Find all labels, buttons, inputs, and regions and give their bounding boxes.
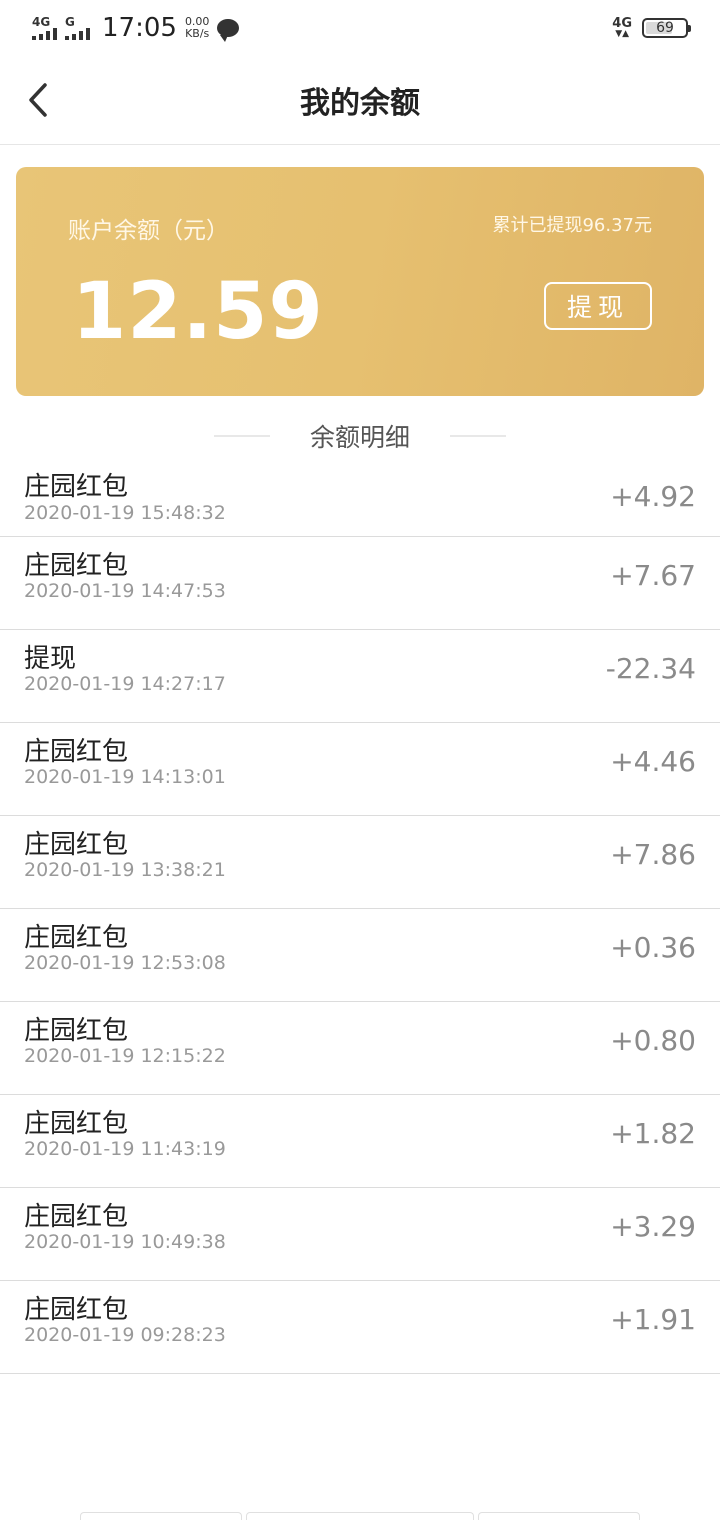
page-title: 我的余额 [300, 86, 420, 121]
withdraw-button[interactable]: 提现 [544, 282, 652, 330]
record-title: 庄园红包 [24, 1016, 129, 1046]
record-time: 2020-01-19 12:53:08 [24, 952, 226, 974]
battery-level: 69 [656, 20, 674, 36]
status-left: 4G G 17:05 0.00 KB/s [32, 13, 240, 43]
record-amount: +0.80 [610, 1024, 696, 1057]
record-title: 庄园红包 [24, 923, 129, 953]
bottom-tab-fragment [478, 1512, 640, 1520]
bottom-tab-fragment [80, 1512, 242, 1520]
divider-right [450, 435, 506, 437]
record-title: 庄园红包 [24, 737, 129, 767]
record-amount: +4.92 [610, 480, 696, 513]
network-speed: 0.00 KB/s [185, 16, 210, 40]
record-title: 庄园红包 [24, 1202, 129, 1232]
record-amount: +0.36 [610, 931, 696, 964]
record-amount: -22.34 [605, 652, 696, 685]
record-time: 2020-01-19 14:13:01 [24, 766, 226, 788]
network-type-1: 4G [32, 15, 51, 29]
record-title: 庄园红包 [24, 551, 129, 581]
record-time: 2020-01-19 10:49:38 [24, 1231, 226, 1253]
balance-record-row[interactable]: 庄园红包 2020-01-19 14:13:01 +4.46 [0, 723, 720, 816]
network-speed-unit: KB/s [185, 27, 210, 40]
status-right: 4G ▼▲ 69 [612, 16, 691, 39]
status-bar: 4G G 17:05 0.00 KB/s 4G ▼▲ 69 [0, 0, 720, 56]
signal-4g-icon: 4G [32, 16, 57, 40]
balance-record-row[interactable]: 庄园红包 2020-01-19 12:15:22 +0.80 [0, 1002, 720, 1095]
record-amount: +7.86 [610, 838, 696, 871]
section-title: 余额明细 [309, 423, 410, 452]
record-time: 2020-01-19 14:47:53 [24, 580, 226, 602]
record-title: 庄园红包 [24, 472, 129, 502]
divider-left [213, 435, 270, 437]
record-time: 2020-01-19 09:28:23 [24, 1324, 226, 1346]
balance-record-row[interactable]: 庄园红包 2020-01-19 09:28:23 +1.91 [0, 1281, 720, 1374]
record-time: 2020-01-19 14:27:17 [24, 673, 226, 695]
record-title: 庄园红包 [24, 830, 129, 860]
battery-icon: 69 [642, 18, 691, 38]
record-title: 提现 [24, 644, 77, 674]
record-amount: +4.46 [610, 745, 696, 778]
balance-record-row[interactable]: 庄园红包 2020-01-19 13:38:21 +7.86 [0, 816, 720, 909]
record-time: 2020-01-19 12:15:22 [24, 1045, 226, 1067]
total-withdrawn: 累计已提现96.37元 [492, 215, 652, 236]
balance-label: 账户余额（元） [68, 218, 229, 244]
bottom-tab-fragment [246, 1512, 474, 1520]
chevron-left-icon [29, 83, 47, 117]
balance-record-row[interactable]: 庄园红包 2020-01-19 14:47:53 +7.67 [0, 537, 720, 630]
record-amount: +1.91 [610, 1303, 696, 1336]
balance-records-list: 庄园红包 2020-01-19 15:48:32 +4.92 庄园红包 2020-01-… [0, 460, 720, 1374]
mobile-data-icon: 4G ▼▲ [612, 16, 632, 39]
record-time: 2020-01-19 15:48:32 [24, 502, 226, 524]
record-amount: +1.82 [610, 1117, 696, 1150]
balance-record-row[interactable]: 庄园红包 2020-01-19 12:53:08 +0.36 [0, 909, 720, 1002]
balance-record-row[interactable]: 庄园红包 2020-01-19 10:49:38 +3.29 [0, 1188, 720, 1281]
balance-record-row[interactable]: 提现 2020-01-19 14:27:17 -22.34 [0, 630, 720, 723]
balance-record-row[interactable]: 庄园红包 2020-01-19 15:48:32 +4.92 [0, 460, 720, 537]
balance-card: 账户余额（元） 累计已提现96.37元 12.59 提现 [16, 167, 704, 396]
record-title: 庄园红包 [24, 1295, 129, 1325]
navigation-header: 我的余额 [0, 56, 720, 145]
network-type-2: G [65, 15, 75, 29]
record-time: 2020-01-19 11:43:19 [24, 1138, 226, 1160]
record-time: 2020-01-19 13:38:21 [24, 859, 226, 881]
record-title: 庄园红包 [24, 1109, 129, 1139]
signal-g-icon: G [65, 16, 90, 40]
section-header: 余额明细 [0, 416, 720, 456]
balance-amount: 12.59 [72, 267, 324, 357]
message-icon [217, 19, 240, 42]
record-amount: +7.67 [610, 559, 696, 592]
back-button[interactable] [22, 82, 54, 118]
status-time: 17:05 [102, 13, 177, 43]
balance-record-row[interactable]: 庄园红包 2020-01-19 11:43:19 +1.82 [0, 1095, 720, 1188]
record-amount: +3.29 [610, 1210, 696, 1243]
